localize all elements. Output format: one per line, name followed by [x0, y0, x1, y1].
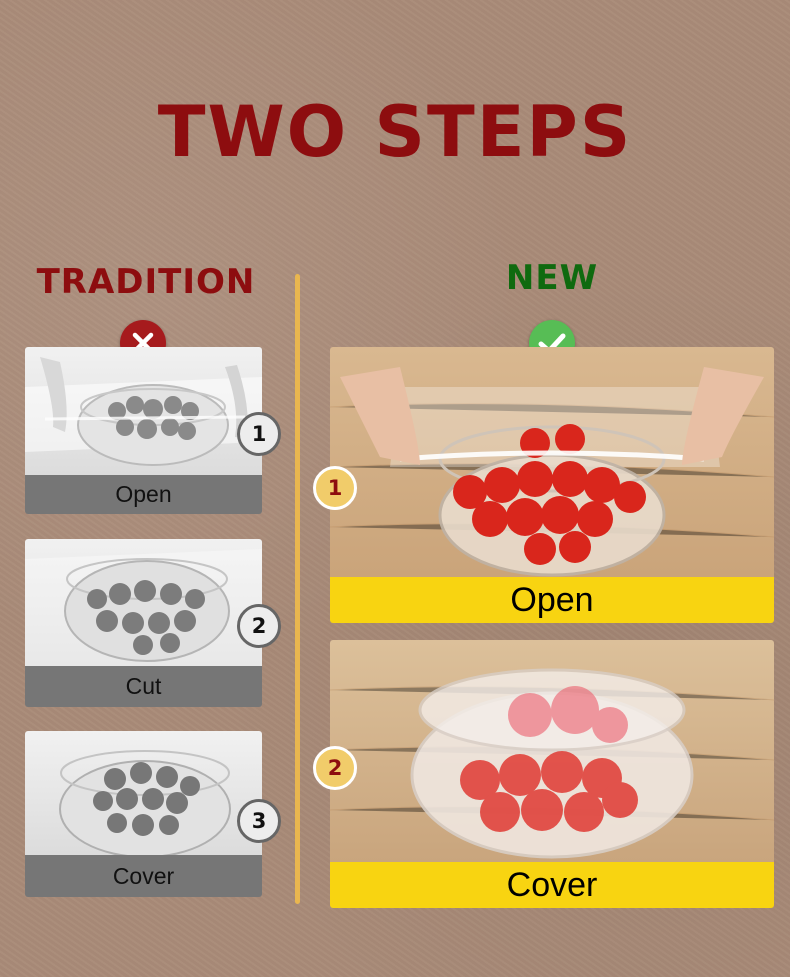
tradition-step-2-photo — [25, 539, 262, 666]
new-step-2-photo — [330, 640, 774, 862]
tradition-step-1-label: Open — [25, 475, 262, 514]
tradition-step-2-card: Cut — [25, 539, 262, 707]
tradition-heading: TRADITION — [36, 262, 256, 302]
new-step-1-photo — [330, 347, 774, 577]
new-heading: NEW — [505, 258, 599, 298]
new-step-2-number: 2 — [313, 746, 357, 790]
tradition-step-1-card: Open — [25, 347, 262, 514]
tradition-step-3-card: Cover — [25, 731, 262, 897]
new-step-1-card: Open — [330, 347, 774, 623]
new-step-2-label: Cover — [330, 862, 774, 908]
tradition-step-2-label: Cut — [25, 666, 262, 707]
new-step-1-number: 1 — [313, 466, 357, 510]
tradition-step-1-number: 1 — [237, 412, 281, 456]
new-step-1-label: Open — [330, 577, 774, 623]
new-step-2-card: Cover — [330, 640, 774, 908]
tradition-step-3-number: 3 — [237, 799, 281, 843]
tradition-step-1-photo — [25, 347, 262, 475]
tradition-step-3-photo — [25, 731, 262, 855]
page-title: TWO STEPS — [157, 91, 633, 173]
tradition-step-3-label: Cover — [25, 855, 262, 897]
tradition-step-2-number: 2 — [237, 604, 281, 648]
column-divider — [295, 274, 300, 904]
